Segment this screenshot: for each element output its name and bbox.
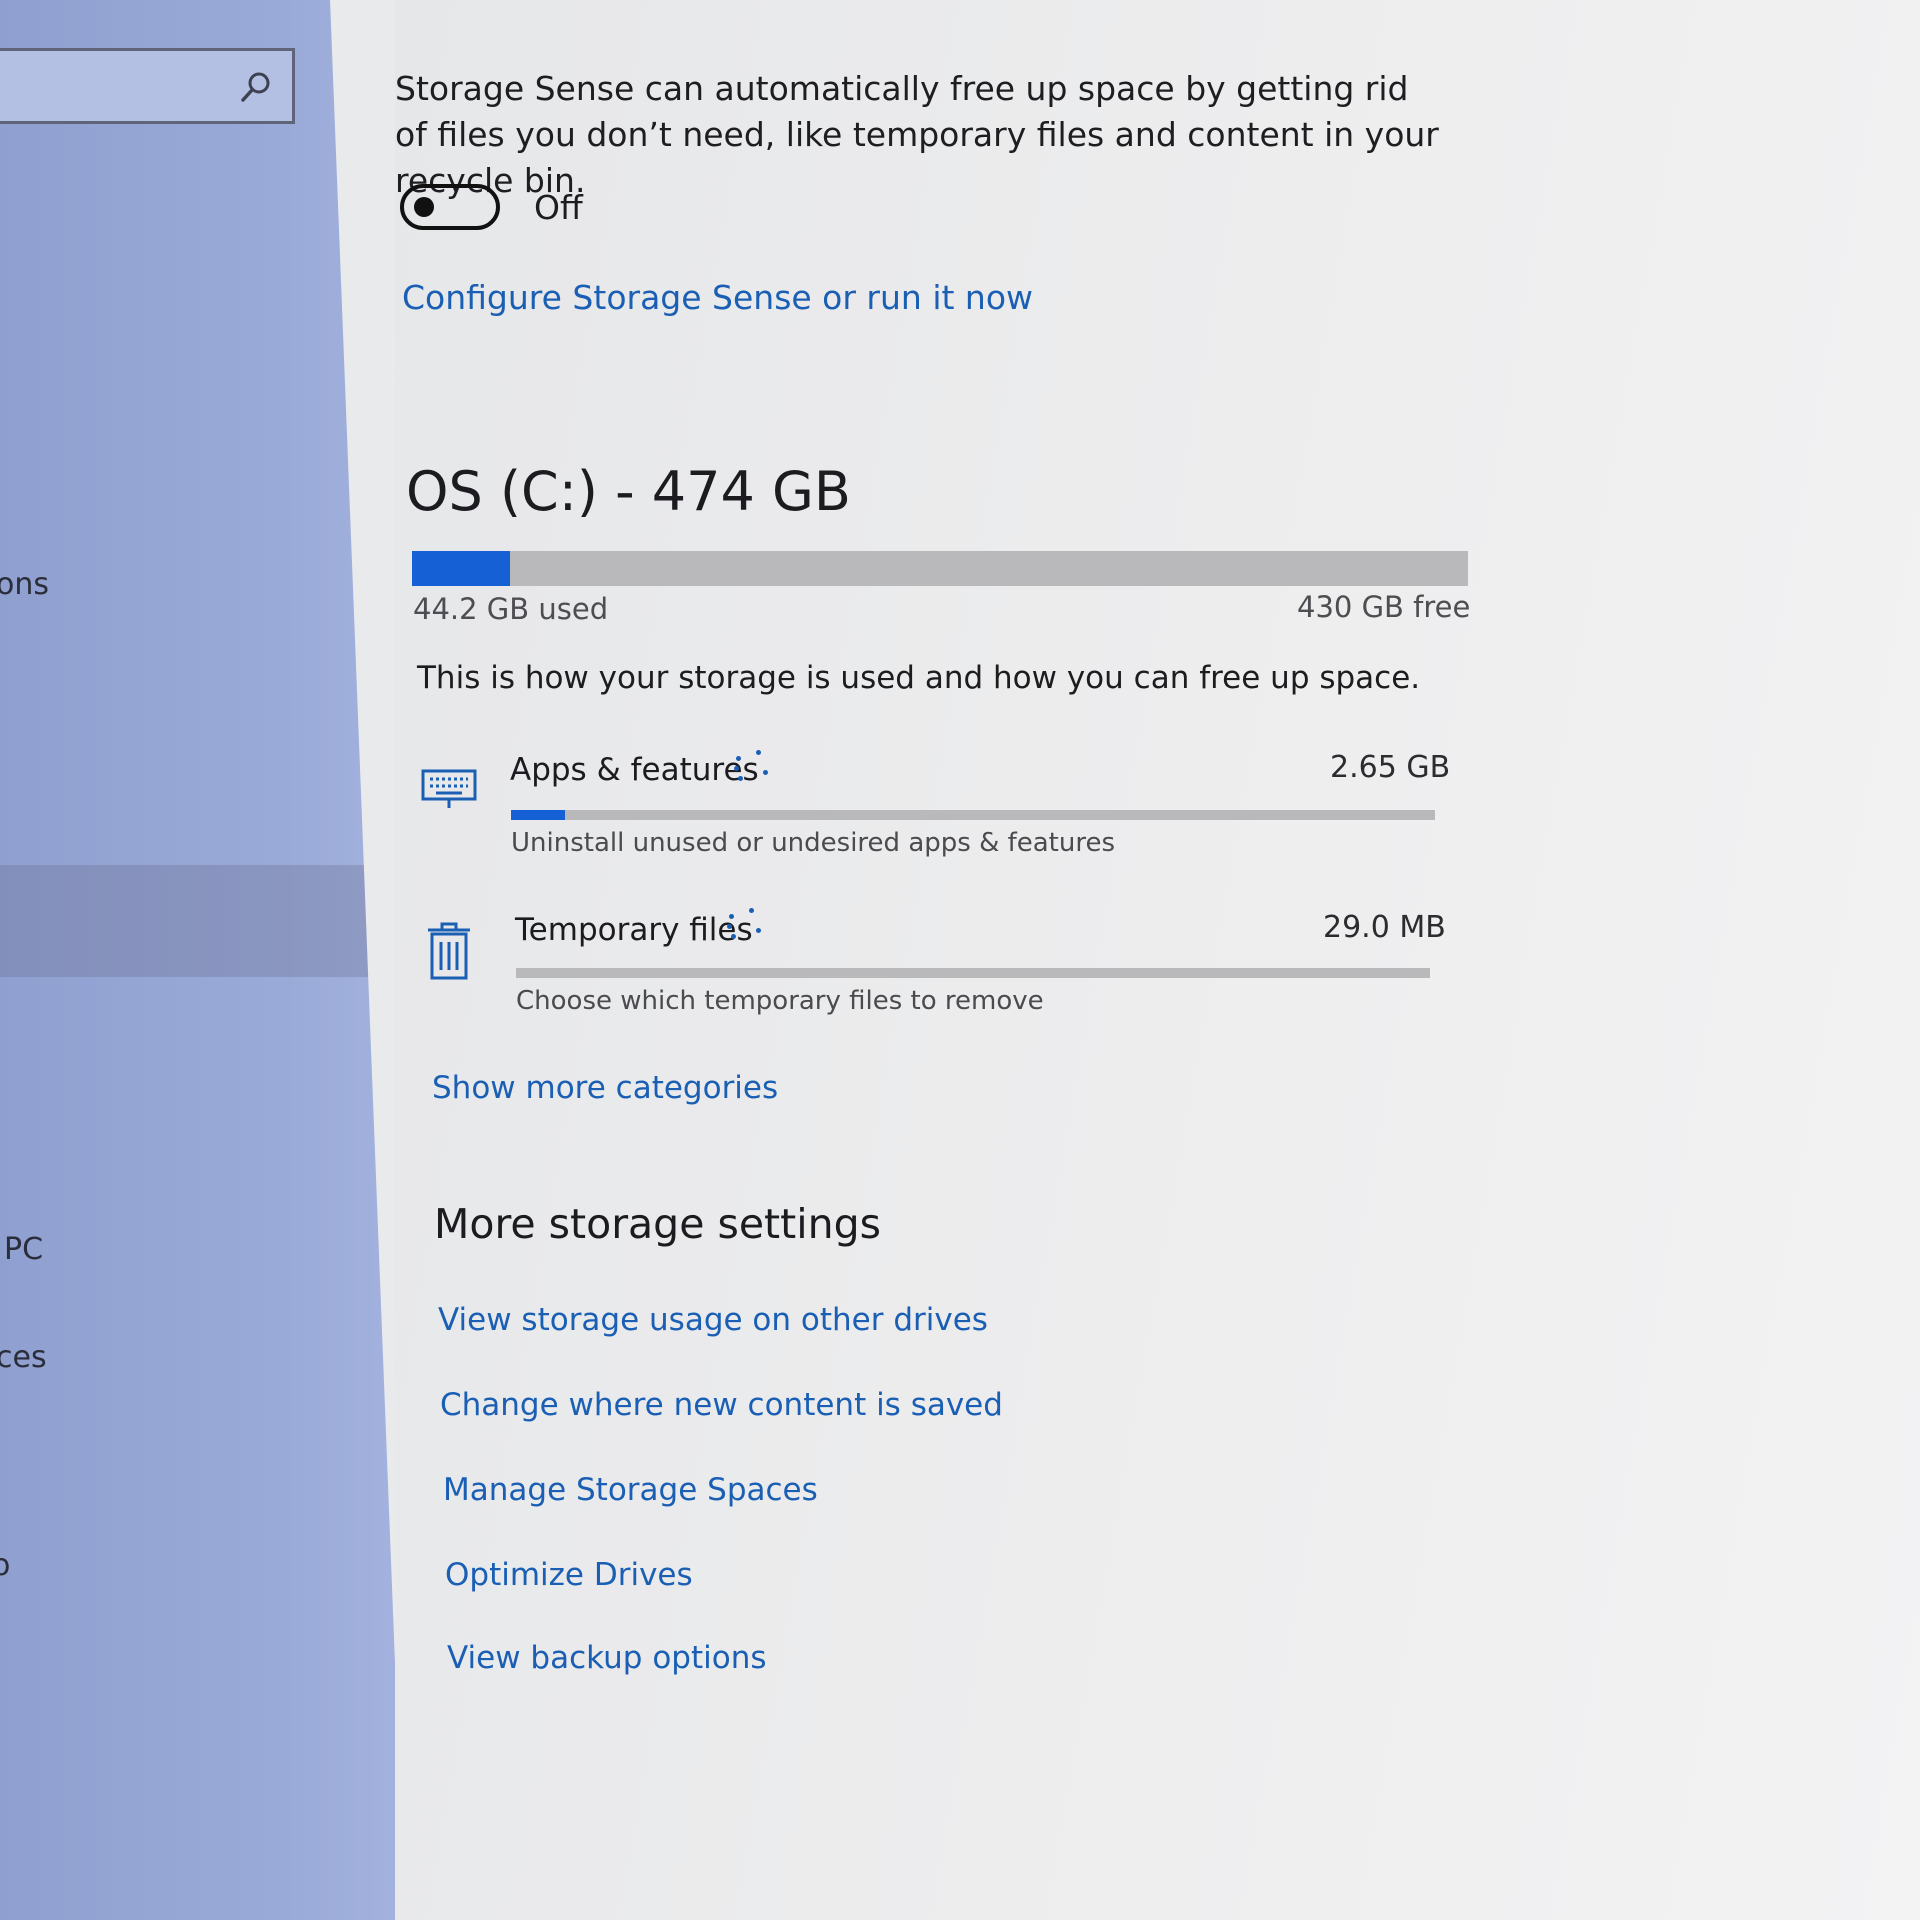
optimize-drives-link[interactable]: Optimize Drives [445, 1557, 693, 1593]
more-storage-settings-title: More storage settings [434, 1200, 881, 1248]
category-subtitle: Uninstall unused or undesired apps & fea… [511, 828, 1116, 858]
sidebar-item-partial-2[interactable]: PC [4, 1232, 43, 1267]
sidebar-item-partial-4[interactable]: o [0, 1548, 10, 1583]
storage-sense-description: Storage Sense can automatically free up … [395, 69, 1439, 200]
sidebar: ons PC ces o [0, 0, 405, 1920]
toggle-state-label: Off [534, 188, 583, 227]
toggle-knob [414, 197, 434, 217]
category-size: 2.65 GB [1330, 750, 1451, 785]
drive-usage-bar [412, 551, 1468, 586]
loading-spinner-icon [730, 748, 770, 788]
loading-spinner-icon [723, 906, 763, 946]
show-more-categories-link[interactable]: Show more categories [432, 1070, 778, 1106]
drive-usage-fill [412, 551, 511, 586]
category-temporary-files[interactable]: Temporary files 29.0 MB Choose which tem… [425, 900, 1446, 1020]
sidebar-item-partial-3[interactable]: ces [0, 1340, 47, 1375]
keyboard-icon [421, 769, 477, 808]
category-size: 29.0 MB [1323, 910, 1446, 945]
manage-storage-spaces-link[interactable]: Manage Storage Spaces [443, 1472, 818, 1508]
category-apps-features[interactable]: Apps & features 2.65 GB Uninstall unused… [420, 740, 1450, 860]
main-panel: Storage Sense can automatically free up … [395, 0, 1920, 1920]
drive-title: OS (C:) - 474 GB [406, 460, 851, 523]
sidebar-item-selected[interactable] [0, 865, 370, 977]
view-storage-other-drives-link[interactable]: View storage usage on other drives [438, 1302, 988, 1338]
category-subtitle: Choose which temporary files to remove [516, 986, 1044, 1016]
category-usage-bar [511, 810, 1435, 820]
category-name: Temporary files [515, 912, 753, 948]
category-name: Apps & features [510, 752, 759, 788]
search-icon[interactable] [238, 69, 274, 105]
sidebar-item-partial-1[interactable]: ons [0, 567, 49, 602]
storage-intro-text: This is how your storage is used and how… [417, 660, 1421, 696]
search-input[interactable] [0, 48, 295, 124]
category-usage-bar [516, 968, 1430, 978]
storage-sense-toggle[interactable] [400, 184, 500, 230]
trash-icon [428, 922, 470, 980]
drive-free-label: 430 GB free [1297, 590, 1471, 624]
configure-storage-sense-link[interactable]: Configure Storage Sense or run it now [402, 278, 1033, 317]
drive-used-label: 44.2 GB used [413, 592, 609, 626]
change-new-content-location-link[interactable]: Change where new content is saved [440, 1387, 1003, 1423]
view-backup-options-link[interactable]: View backup options [447, 1640, 767, 1676]
category-usage-fill [511, 810, 565, 820]
